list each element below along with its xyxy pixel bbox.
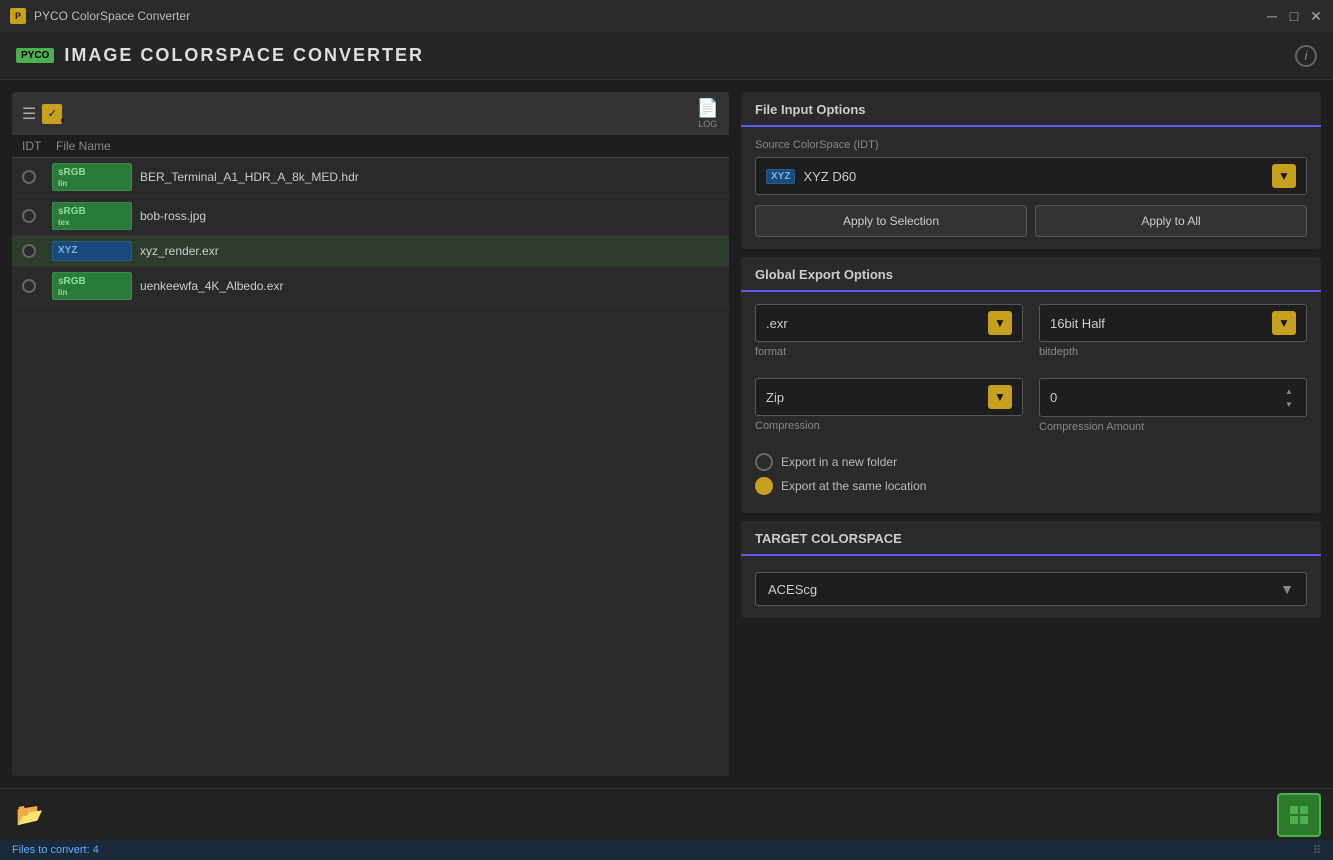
- toolbar-icons: ☰ ✓: [22, 104, 62, 124]
- file-name: xyz_render.exr: [132, 244, 719, 258]
- apply-selection-button[interactable]: Apply to Selection: [755, 205, 1027, 237]
- table-row[interactable]: sRGBtex bob-ross.jpg: [12, 197, 729, 236]
- compression-label: Compression: [755, 420, 1023, 432]
- status-text: Files to convert: 4: [12, 844, 99, 856]
- compression-arrow[interactable]: ▼: [988, 385, 1012, 409]
- file-list-panel: ☰ ✓ 📄 LOG IDT File Name sRGBlin BER_Term…: [12, 92, 729, 776]
- bottom-bar: 📂: [0, 788, 1333, 840]
- main-content: ☰ ✓ 📄 LOG IDT File Name sRGBlin BER_Term…: [0, 80, 1333, 788]
- target-colorspace-arrow[interactable]: ▼: [1280, 581, 1294, 597]
- filename-column-header: File Name: [52, 139, 132, 153]
- format-arrow[interactable]: ▼: [988, 311, 1012, 335]
- compression-amount-value: 0: [1050, 390, 1282, 405]
- bitdepth-field: 16bit Half ▼ bitdepth: [1039, 304, 1307, 364]
- compression-amount-label: Compression Amount: [1039, 421, 1307, 433]
- source-colorspace-dropdown[interactable]: XYZ XYZ D60 ▼: [755, 157, 1307, 195]
- log-button[interactable]: 📄 LOG: [697, 98, 719, 129]
- row-select-radio[interactable]: [22, 209, 36, 223]
- file-table-header: IDT File Name: [12, 135, 729, 158]
- apply-all-button[interactable]: Apply to All: [1035, 205, 1307, 237]
- file-input-section: File Input Options Source ColorSpace (ID…: [741, 92, 1321, 249]
- tag-srgb: sRGBtex: [52, 202, 132, 230]
- table-row[interactable]: sRGBlin uenkeewfa_4K_Albedo.exr: [12, 267, 729, 306]
- source-colorspace-arrow[interactable]: ▼: [1272, 164, 1296, 188]
- header-right: i: [1295, 45, 1317, 67]
- bitdepth-dropdown[interactable]: 16bit Half ▼: [1039, 304, 1307, 342]
- open-folder-button[interactable]: 📂: [12, 797, 48, 833]
- tag-srgb: sRGBlin: [52, 163, 132, 191]
- format-field: .exr ▼ format: [755, 304, 1023, 364]
- bitdepth-value: 16bit Half: [1050, 316, 1268, 331]
- target-colorspace-dropdown[interactable]: ACEScg ▼: [755, 572, 1307, 606]
- bitdepth-label: bitdepth: [1039, 346, 1307, 358]
- bitdepth-arrow[interactable]: ▼: [1272, 311, 1296, 335]
- target-colorspace-body: ACEScg ▼: [741, 556, 1321, 618]
- compression-value: Zip: [766, 390, 984, 405]
- file-name: BER_Terminal_A1_HDR_A_8k_MED.hdr: [132, 170, 719, 184]
- check-all-icon[interactable]: ✓: [42, 104, 62, 124]
- compression-amount-spinbox[interactable]: 0 ▲ ▼: [1039, 378, 1307, 417]
- file-list-toolbar: ☰ ✓ 📄 LOG: [12, 92, 729, 135]
- format-dropdown[interactable]: .exr ▼: [755, 304, 1023, 342]
- maximize-button[interactable]: □: [1287, 9, 1301, 23]
- export-new-folder-row: Export in a new folder: [755, 453, 1307, 471]
- status-right: ⠿: [1313, 844, 1321, 857]
- target-colorspace-value: ACEScg: [768, 582, 1280, 597]
- export-compression-grid: Zip ▼ Compression 0 ▲ ▼ C: [755, 378, 1307, 439]
- row-select-radio[interactable]: [22, 244, 36, 258]
- right-panel: File Input Options Source ColorSpace (ID…: [741, 92, 1321, 776]
- compression-dropdown[interactable]: Zip ▼: [755, 378, 1023, 416]
- table-row[interactable]: sRGBlin BER_Terminal_A1_HDR_A_8k_MED.hdr: [12, 158, 729, 197]
- tag-xyz: XYZ: [52, 241, 132, 261]
- spinbox-arrows: ▲ ▼: [1282, 385, 1296, 410]
- compression-amount-field: 0 ▲ ▼ Compression Amount: [1039, 378, 1307, 439]
- idt-column-header: IDT: [22, 139, 52, 153]
- app-logo: PYCO: [16, 48, 54, 63]
- file-name: bob-ross.jpg: [132, 209, 719, 223]
- format-value: .exr: [766, 316, 984, 331]
- spinbox-up-button[interactable]: ▲: [1282, 385, 1296, 397]
- list-view-icon[interactable]: ☰: [22, 104, 36, 124]
- export-format-grid: .exr ▼ format 16bit Half ▼ bitdepth: [755, 304, 1307, 364]
- export-new-folder-checkbox[interactable]: [755, 453, 773, 471]
- compression-field: Zip ▼ Compression: [755, 378, 1023, 439]
- app-title: IMAGE COLORSPACE CONVERTER: [64, 45, 424, 66]
- app-header: PYCO IMAGE COLORSPACE CONVERTER i: [0, 32, 1333, 80]
- file-rows: sRGBlin BER_Terminal_A1_HDR_A_8k_MED.hdr…: [12, 158, 729, 776]
- title-bar-title: PYCO ColorSpace Converter: [34, 9, 1265, 23]
- source-colorspace-value: XYZ D60: [803, 169, 1272, 184]
- file-input-title: File Input Options: [741, 92, 1321, 127]
- minimize-button[interactable]: ─: [1265, 9, 1279, 23]
- source-colorspace-label: Source ColorSpace (IDT): [755, 139, 1307, 151]
- row-select-radio[interactable]: [22, 279, 36, 293]
- info-icon[interactable]: i: [1295, 45, 1317, 67]
- export-options-section: Global Export Options .exr ▼ format 16bi…: [741, 257, 1321, 513]
- file-name: uenkeewfa_4K_Albedo.exr: [132, 279, 719, 293]
- status-bar: Files to convert: 4 ⠿: [0, 840, 1333, 860]
- export-same-location-label: Export at the same location: [781, 479, 926, 493]
- apply-buttons-group: Apply to Selection Apply to All: [755, 205, 1307, 237]
- window-controls: ─ □ ✕: [1265, 9, 1323, 23]
- export-same-location-row: Export at the same location: [755, 477, 1307, 495]
- tag-srgb: sRGBlin: [52, 272, 132, 300]
- target-colorspace-section: TARGET COLORSPACE ACEScg ▼: [741, 521, 1321, 618]
- row-select-radio[interactable]: [22, 170, 36, 184]
- export-same-location-checkbox[interactable]: [755, 477, 773, 495]
- close-button[interactable]: ✕: [1309, 9, 1323, 23]
- spinbox-down-button[interactable]: ▼: [1282, 398, 1296, 410]
- convert-icon: [1288, 804, 1310, 826]
- xyz-tag: XYZ: [766, 169, 795, 184]
- export-options-title: Global Export Options: [741, 257, 1321, 292]
- export-new-folder-label: Export in a new folder: [781, 455, 897, 469]
- format-label: format: [755, 346, 1023, 358]
- title-bar: P PYCO ColorSpace Converter ─ □ ✕: [0, 0, 1333, 32]
- table-row[interactable]: XYZ xyz_render.exr: [12, 236, 729, 267]
- export-options-body: .exr ▼ format 16bit Half ▼ bitdepth: [741, 292, 1321, 513]
- convert-button[interactable]: [1277, 793, 1321, 837]
- target-colorspace-title: TARGET COLORSPACE: [741, 521, 1321, 556]
- app-icon: P: [10, 8, 26, 24]
- file-input-body: Source ColorSpace (IDT) XYZ XYZ D60 ▼ Ap…: [741, 127, 1321, 249]
